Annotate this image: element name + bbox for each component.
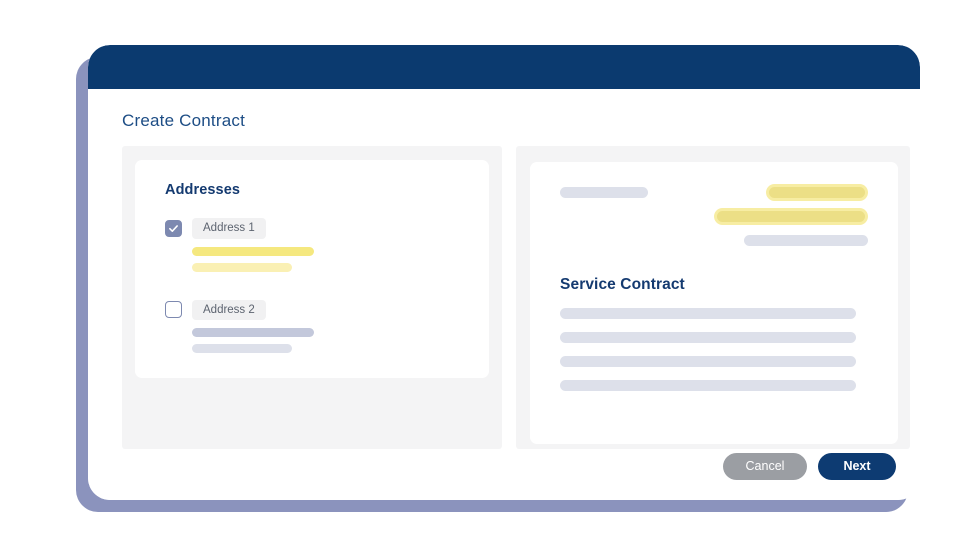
- placeholder-bar: [560, 332, 857, 343]
- contract-highlight-row-2: [560, 208, 868, 225]
- highlight-bar-1: [766, 184, 868, 201]
- cancel-button[interactable]: Cancel: [723, 453, 807, 480]
- address-item-2[interactable]: Address 2: [165, 299, 489, 354]
- addresses-heading: Addresses: [165, 182, 241, 198]
- page-title: Create Contract: [122, 111, 245, 130]
- contract-header-gray-row: [560, 235, 868, 246]
- window-title-bar: [88, 45, 920, 89]
- address-row-2[interactable]: Address 2: [165, 299, 489, 321]
- highlight-bar-2: [714, 208, 868, 225]
- next-button[interactable]: Next: [818, 453, 896, 480]
- dialog-window: Create Contract Addresses Address 1 Addr…: [88, 45, 920, 500]
- address-item-1[interactable]: Address 1: [165, 218, 489, 272]
- address-2-detail-bars: [192, 328, 489, 354]
- service-contract-card: Service Contract: [530, 162, 898, 444]
- window-body: Create Contract Addresses Address 1 Addr…: [88, 89, 920, 500]
- canvas: Create Contract Addresses Address 1 Addr…: [0, 0, 960, 540]
- placeholder-bar: [560, 187, 649, 198]
- placeholder-bar: [560, 308, 857, 319]
- service-contract-heading: Service Contract: [560, 276, 685, 293]
- placeholder-bar: [192, 262, 292, 272]
- placeholder-bar: [744, 235, 868, 246]
- address-2-checkbox[interactable]: [165, 301, 182, 319]
- placeholder-bar: [560, 356, 857, 367]
- placeholder-bar: [192, 344, 292, 354]
- right-panel: Service Contract: [516, 146, 910, 449]
- address-2-label: Address 2: [192, 299, 266, 321]
- address-row-1[interactable]: Address 1: [165, 218, 489, 239]
- placeholder-bar: [560, 380, 857, 391]
- placeholder-bar: [192, 328, 314, 338]
- panels-container: Addresses Address 1 Address 2 Service Co…: [122, 146, 910, 449]
- check-icon: [169, 224, 178, 232]
- contract-header-row: [560, 184, 868, 201]
- address-1-label: Address 1: [192, 218, 266, 239]
- placeholder-bar: [192, 246, 314, 256]
- address-1-checkbox[interactable]: [165, 219, 182, 237]
- dialog-footer: Cancel Next: [88, 453, 920, 500]
- addresses-card: Addresses Address 1 Address 2: [135, 160, 490, 378]
- contract-body-lines: [560, 308, 868, 391]
- service-contract-content: Service Contract: [530, 162, 898, 391]
- address-1-detail-bars: [192, 246, 489, 272]
- left-panel: Addresses Address 1 Address 2: [122, 146, 503, 449]
